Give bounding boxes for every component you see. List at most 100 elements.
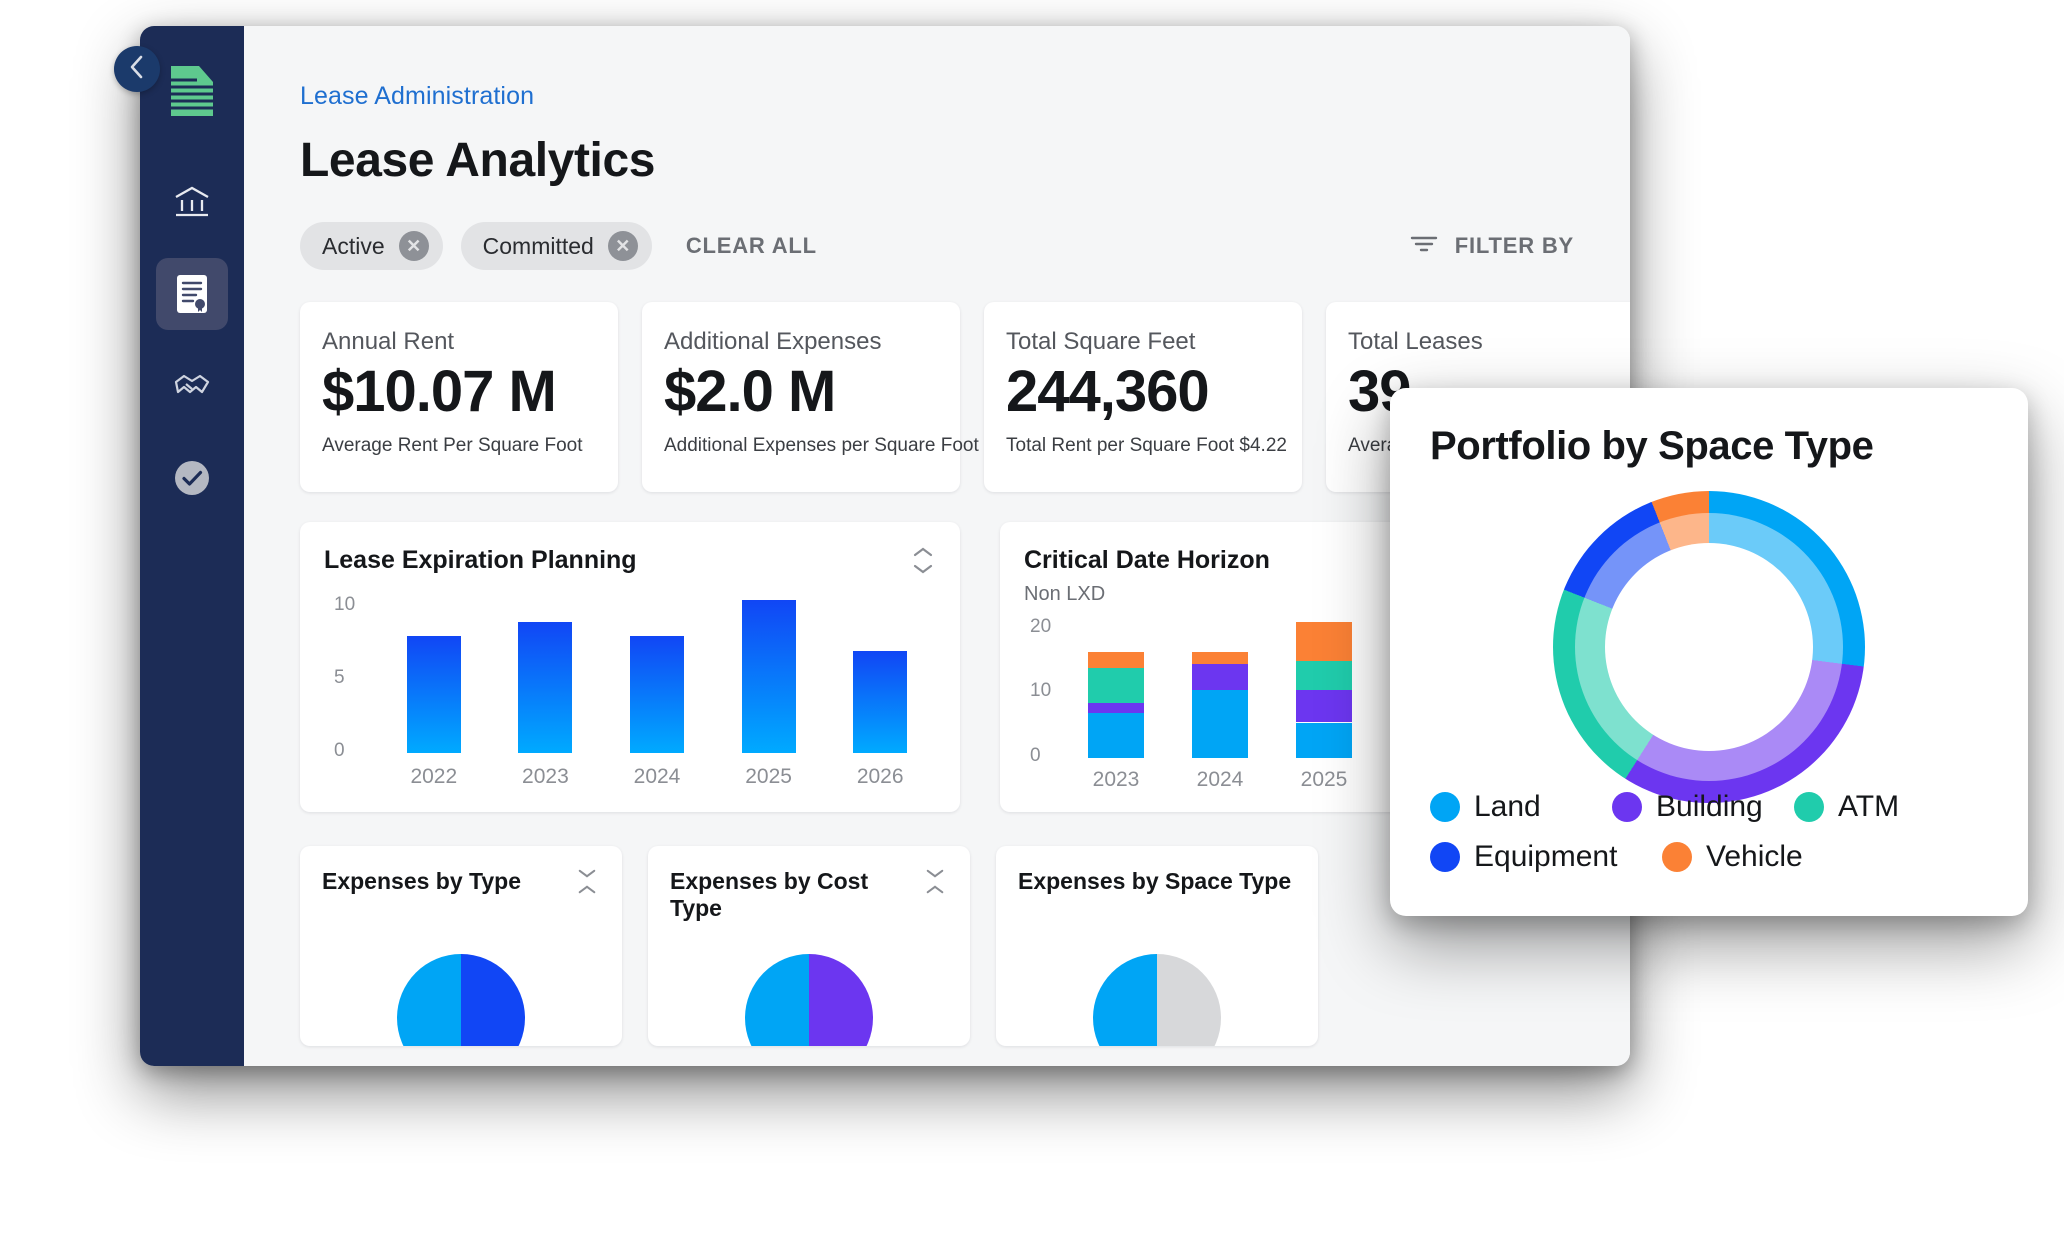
sort-updown-icon[interactable] [922,868,948,895]
stack-segment-building-2024[interactable] [1192,664,1248,690]
bar-2025[interactable] [742,600,796,753]
filter-by-label: FILTER BY [1455,233,1574,259]
kpi-value: $10.07 M [322,362,594,423]
filter-by-button[interactable]: FILTER BY [1409,233,1574,259]
modal-title: Portfolio by Space Type [1430,424,1988,469]
screenshot-stage: Lease Administration Lease Analytics Act… [0,0,2064,1256]
card-header: Expenses by Cost Type [670,868,948,922]
card-title: Expenses by Cost Type [670,868,922,922]
sidebar-item-bank[interactable] [156,166,228,238]
x-axis-tick: 2026 [835,765,925,789]
kpi-subtext: Total Rent per Square Foot $4.22 [1006,435,1278,457]
kpi-label: Total Square Feet [1006,328,1278,356]
kpi-label: Additional Expenses [664,328,936,356]
stack-segment-vehicle-2024[interactable] [1192,652,1248,665]
legend-color-dot [1662,842,1692,872]
y-axis-tick: 5 [334,667,345,689]
stack-segment-atm-2025[interactable] [1296,661,1352,690]
bar-2024[interactable] [630,636,684,753]
card-title: Lease Expiration Planning [324,546,637,575]
card-title: Expenses by Type [322,868,521,895]
card-header: Lease Expiration Planning [324,546,936,575]
card-expenses-by-type: Expenses by Type [300,846,622,1046]
app-logo[interactable] [164,60,220,122]
mini-pie-chart [745,954,873,1046]
y-axis-tick: 0 [334,740,345,762]
filter-chip-committed[interactable]: Committed ✕ [461,222,652,270]
card-expenses-by-space-type: Expenses by Space Type [996,846,1318,1046]
bank-icon [173,184,211,220]
legend-label: Vehicle [1706,840,1803,874]
kpi-value: $2.0 M [664,362,936,423]
sidebar-collapse-button[interactable] [114,46,160,92]
portfolio-modal: Portfolio by Space Type Land Building AT… [1390,388,2028,916]
kpi-value: 244,360 [1006,362,1278,423]
card-header: Expenses by Type [322,868,600,895]
x-axis-tick: 2023 [500,765,590,789]
x-axis-tick: 2025 [1278,768,1370,792]
clear-all-button[interactable]: CLEAR ALL [686,233,817,259]
lease-expiration-plot: 0 5 10 2022 2023 2024 2025 2026 [324,583,936,791]
card-expenses-by-cost-type: Expenses by Cost Type [648,846,970,1046]
close-icon[interactable]: ✕ [608,231,638,261]
x-axis-tick: 2024 [1174,768,1266,792]
legend-label: Equipment [1474,840,1617,874]
bar-2022[interactable] [407,636,461,753]
legend-item-atm[interactable]: ATM [1794,790,1976,824]
card-title: Critical Date Horizon [1024,546,1270,575]
y-axis-tick: 10 [1030,680,1051,702]
mini-pie-chart [397,954,525,1046]
legend-item-land[interactable]: Land [1430,790,1612,824]
filter-row: Active ✕ Committed ✕ CLEAR ALL [300,220,1630,272]
bar-2026[interactable] [853,651,907,753]
stack-segment-building-2025[interactable] [1296,690,1352,722]
kpi-subtext: Average Rent Per Square Foot [322,435,594,457]
sidebar-item-tasks[interactable] [156,442,228,514]
card-title: Expenses by Space Type [1018,868,1291,895]
filter-icon [1409,233,1439,259]
check-circle-icon [173,459,211,497]
donut-chart [1509,491,1909,783]
contract-document-icon [174,273,210,315]
donut-outer-ring[interactable] [1553,491,1865,803]
sidebar-item-transactions[interactable] [156,350,228,422]
legend-color-dot [1612,792,1642,822]
mini-pie-chart [1093,954,1221,1046]
legend-color-dot [1430,792,1460,822]
close-icon[interactable]: ✕ [399,231,429,261]
x-axis-tick: 2022 [389,765,479,789]
legend-item-vehicle[interactable]: Vehicle [1662,840,1844,874]
kpi-card-annual-rent: Annual Rent $10.07 M Average Rent Per Sq… [300,302,618,492]
legend-label: Building [1656,790,1763,824]
sort-updown-icon[interactable] [910,546,936,575]
stack-segment-land-2023[interactable] [1088,713,1144,758]
sidebar-item-lease-documents[interactable] [156,258,228,330]
x-axis-tick: 2025 [724,765,814,789]
kpi-subtext: Additional Expenses per Square Foot $7.2… [664,435,936,457]
card-header: Expenses by Space Type [1018,868,1296,895]
bar-2023[interactable] [518,622,572,753]
legend-item-building[interactable]: Building [1612,790,1794,824]
kpi-card-total-square-feet: Total Square Feet 244,360 Total Rent per… [984,302,1302,492]
legend-item-equipment[interactable]: Equipment [1430,840,1662,874]
x-axis-tick: 2024 [612,765,702,789]
stack-segment-land-2024[interactable] [1192,690,1248,758]
y-axis-tick: 10 [334,594,355,616]
kpi-card-additional-expenses: Additional Expenses $2.0 M Additional Ex… [642,302,960,492]
stack-segment-land-2025[interactable] [1296,723,1352,759]
breadcrumb[interactable]: Lease Administration [300,82,1630,111]
stack-segment-building-2023[interactable] [1088,703,1144,713]
sort-updown-icon[interactable] [574,868,600,895]
stack-segment-atm-2023[interactable] [1088,668,1144,704]
card-lease-expiration-planning: Lease Expiration Planning 0 5 10 2022 2023 20… [300,522,960,812]
chevron-left-icon [128,54,146,85]
card-subtitle: Non LXD [1024,583,1270,606]
kpi-label: Total Leases [1348,328,1620,356]
legend-color-dot [1430,842,1460,872]
y-axis-tick: 0 [1030,745,1041,767]
donut-legend: Land Building ATM Equipment Vehicle [1430,790,1990,890]
stack-segment-vehicle-2023[interactable] [1088,652,1144,668]
x-axis-tick: 2023 [1070,768,1162,792]
stack-segment-vehicle-2025[interactable] [1296,622,1352,661]
filter-chip-active[interactable]: Active ✕ [300,222,443,270]
